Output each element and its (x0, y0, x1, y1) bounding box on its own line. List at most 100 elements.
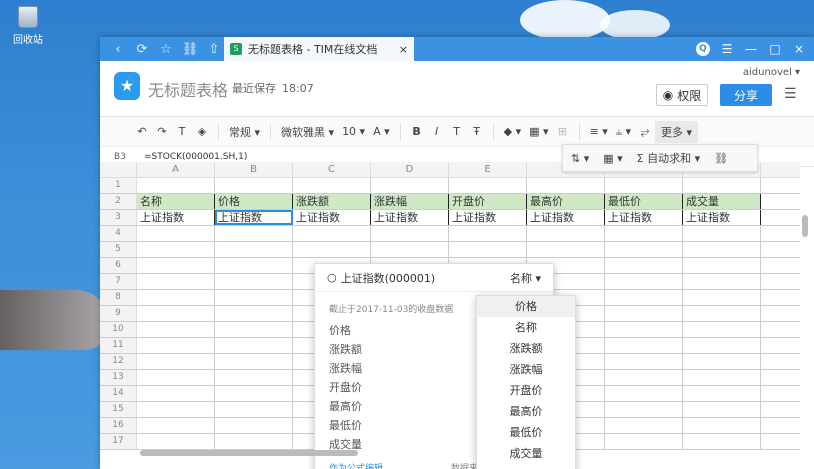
cell[interactable] (683, 178, 761, 193)
cell[interactable] (215, 258, 293, 273)
eraser-icon[interactable]: ◈ (192, 121, 212, 143)
dropdown-option[interactable]: 名称 (477, 317, 575, 338)
cell[interactable] (605, 258, 683, 273)
more-button[interactable]: 更多 ▾ (655, 120, 699, 143)
back-icon[interactable]: ‹ (108, 42, 128, 57)
cell[interactable] (137, 338, 215, 353)
recycle-bin-icon[interactable]: 回收站 (8, 6, 48, 46)
cell[interactable] (683, 306, 761, 321)
cell[interactable] (215, 290, 293, 305)
cell[interactable] (215, 354, 293, 369)
wrap-icon[interactable]: ⥂ (635, 121, 655, 143)
cell[interactable] (293, 226, 371, 241)
cell[interactable] (605, 338, 683, 353)
row-number[interactable]: 11 (100, 338, 137, 353)
cell[interactable]: 名称 (137, 194, 215, 209)
filter-icon[interactable]: ▦ ▾ (599, 147, 626, 169)
stock-search[interactable]: ○ 上证指数(000001) 名称 ▾ (315, 264, 553, 292)
cell[interactable]: 开盘价 (449, 194, 527, 209)
font-size-select[interactable]: 10 ▾ (338, 121, 369, 143)
cell[interactable] (683, 386, 761, 401)
user-menu[interactable]: aidunovel ▾ (743, 67, 800, 78)
cell[interactable] (137, 274, 215, 289)
edit-as-formula-link[interactable]: 作为公式编辑 (329, 461, 383, 469)
formula-input[interactable]: =STOCK(000001.SH,1) (130, 152, 247, 162)
row-number[interactable]: 3 (100, 210, 137, 225)
align-icon[interactable]: ≡ ▾ (586, 121, 612, 143)
bold-icon[interactable]: B (407, 121, 427, 143)
cell[interactable] (683, 434, 761, 449)
cell[interactable] (215, 226, 293, 241)
cell[interactable] (683, 402, 761, 417)
q-icon[interactable]: Q (696, 42, 710, 56)
cell[interactable] (683, 274, 761, 289)
cell[interactable] (137, 226, 215, 241)
row-number[interactable]: 2 (100, 194, 137, 209)
merge-icon[interactable]: ⊞ (553, 121, 573, 143)
minimize-icon[interactable]: — (744, 42, 758, 56)
cell[interactable] (215, 322, 293, 337)
cell[interactable]: 上证指数 (215, 210, 293, 225)
cell[interactable] (137, 178, 215, 193)
tab-document[interactable]: S 无标题表格 - TIM在线文档 × (224, 37, 414, 61)
dropdown-option[interactable]: 最低价 (477, 422, 575, 443)
cell[interactable]: 涨跌幅 (371, 194, 449, 209)
cell[interactable] (527, 226, 605, 241)
cell[interactable] (215, 242, 293, 257)
cell[interactable] (137, 434, 215, 449)
cell[interactable] (605, 402, 683, 417)
cell[interactable] (605, 226, 683, 241)
cell[interactable] (371, 178, 449, 193)
cell[interactable] (215, 338, 293, 353)
cell[interactable] (683, 418, 761, 433)
column-label[interactable]: B (215, 162, 293, 177)
cell[interactable]: 上证指数 (293, 210, 371, 225)
cell[interactable] (137, 370, 215, 385)
cell[interactable] (137, 258, 215, 273)
cell[interactable] (371, 242, 449, 257)
cell[interactable]: 上证指数 (527, 210, 605, 225)
undo-icon[interactable]: ↶ (132, 121, 152, 143)
row-number[interactable]: 10 (100, 322, 137, 337)
cell[interactable] (215, 402, 293, 417)
cell[interactable] (137, 306, 215, 321)
cell[interactable] (605, 242, 683, 257)
maximize-icon[interactable]: □ (768, 42, 782, 56)
refresh-icon[interactable]: ⟳ (132, 42, 152, 57)
cell[interactable] (215, 434, 293, 449)
border-icon[interactable]: ▦ ▾ (525, 121, 552, 143)
cell[interactable] (449, 178, 527, 193)
menu-icon[interactable]: ☰ (720, 42, 734, 56)
cell[interactable] (605, 290, 683, 305)
cell[interactable] (605, 354, 683, 369)
dropdown-option[interactable]: 涨跌幅 (477, 359, 575, 380)
doc-title[interactable]: 无标题表格 (148, 77, 228, 101)
tab-close-icon[interactable]: × (399, 43, 408, 56)
cell[interactable] (683, 322, 761, 337)
column-label[interactable]: E (449, 162, 527, 177)
strikethrough-icon[interactable]: Ŧ (467, 121, 487, 143)
cell[interactable]: 上证指数 (449, 210, 527, 225)
cell[interactable]: 上证指数 (683, 210, 761, 225)
row-number[interactable]: 14 (100, 386, 137, 401)
sort-icon[interactable]: ⇅ ▾ (567, 147, 593, 169)
cell[interactable] (605, 178, 683, 193)
share-button[interactable]: 分享 (720, 84, 772, 106)
cell[interactable] (215, 306, 293, 321)
cell[interactable] (137, 290, 215, 305)
cell[interactable] (527, 178, 605, 193)
cell[interactable] (683, 354, 761, 369)
cell[interactable] (137, 402, 215, 417)
field-select[interactable]: 名称 ▾ (510, 270, 541, 286)
dropdown-option[interactable]: 价格 (477, 296, 575, 317)
cell[interactable]: 涨跌额 (293, 194, 371, 209)
cell[interactable] (215, 178, 293, 193)
cell[interactable]: 最低价 (605, 194, 683, 209)
row-number[interactable]: 16 (100, 418, 137, 433)
row-number[interactable]: 7 (100, 274, 137, 289)
row-number[interactable]: 4 (100, 226, 137, 241)
cell[interactable] (137, 386, 215, 401)
dropdown-option[interactable]: 最高价 (477, 401, 575, 422)
dropdown-option[interactable]: 开盘价 (477, 380, 575, 401)
row-number[interactable]: 1 (100, 178, 137, 193)
